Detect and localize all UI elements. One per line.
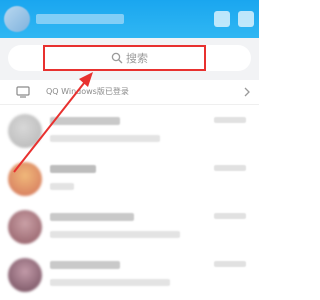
conversation-preview-redacted bbox=[50, 135, 160, 142]
search-input[interactable]: 搜索 bbox=[8, 45, 251, 71]
conversation-time-redacted bbox=[214, 117, 246, 123]
search-placeholder: 搜索 bbox=[126, 52, 148, 65]
conversation-preview-redacted bbox=[50, 279, 170, 286]
header-action-icon[interactable] bbox=[214, 11, 230, 27]
pc-login-banner[interactable]: QQ Windows版已登录 bbox=[0, 80, 259, 105]
conversation-name-redacted bbox=[50, 165, 96, 173]
conversation-preview-redacted bbox=[50, 183, 74, 190]
conversation-time-redacted bbox=[214, 165, 246, 171]
conversation-name-redacted bbox=[50, 117, 120, 125]
conversation-item[interactable] bbox=[0, 108, 259, 154]
add-icon[interactable] bbox=[238, 11, 254, 27]
avatar bbox=[8, 114, 42, 148]
avatar bbox=[8, 210, 42, 244]
conversation-name-redacted bbox=[50, 213, 134, 221]
user-avatar[interactable] bbox=[4, 6, 30, 32]
avatar bbox=[8, 258, 42, 292]
conversation-item[interactable] bbox=[0, 204, 259, 250]
chevron-right-icon bbox=[244, 87, 250, 97]
conversation-time-redacted bbox=[214, 213, 246, 219]
app-header bbox=[0, 0, 259, 38]
avatar bbox=[8, 162, 42, 196]
conversation-name-redacted bbox=[50, 261, 120, 269]
conversation-time-redacted bbox=[214, 261, 246, 267]
pc-login-label: QQ Windows版已登录 bbox=[46, 87, 129, 96]
search-icon bbox=[111, 52, 123, 64]
conversation-item[interactable] bbox=[0, 156, 259, 202]
monitor-icon bbox=[16, 86, 30, 98]
search-area: 搜索 bbox=[0, 38, 259, 80]
user-name-redacted bbox=[36, 14, 124, 24]
conversation-preview-redacted bbox=[50, 231, 180, 238]
conversation-item[interactable] bbox=[0, 252, 259, 298]
